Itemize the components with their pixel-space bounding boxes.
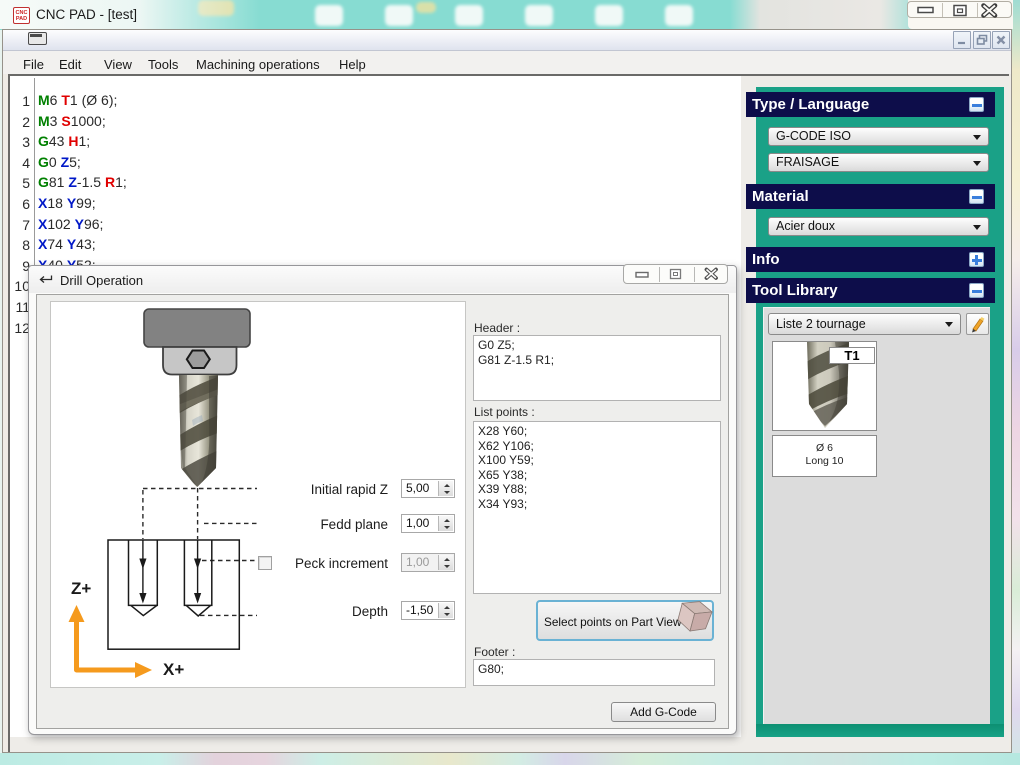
svg-text:Z+: Z+ — [71, 579, 91, 598]
svg-text:X+: X+ — [163, 660, 184, 679]
